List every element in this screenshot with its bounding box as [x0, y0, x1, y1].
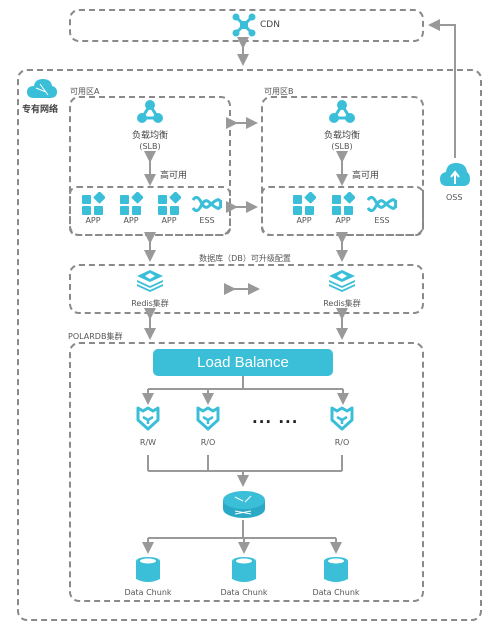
redis-label: Redis集群 [323, 299, 361, 308]
app-label: APP [335, 216, 351, 225]
cdn-label: CDN [260, 20, 280, 30]
app-service: APP [113, 192, 149, 225]
app-service: APP [286, 192, 322, 225]
ess-label: ESS [374, 216, 390, 225]
data-chunk-label: Data Chunk [124, 588, 172, 597]
ro-node-icon [330, 406, 354, 431]
ess-wave-icon [192, 195, 222, 213]
app-service: APP [75, 192, 111, 225]
ess-wave-icon [367, 195, 397, 213]
zone-b-slb-name: 负载均衡 [323, 131, 360, 141]
zone-a-slb-name: 负载均衡 [131, 131, 168, 141]
ess-service: ESS [189, 192, 225, 225]
app-icon [120, 192, 143, 215]
redis-stack-icon [329, 270, 355, 292]
zone-a-label: 可用区A [70, 87, 100, 96]
cdn-network-icon [232, 13, 256, 37]
slb-icon [329, 100, 355, 123]
rw-node-icon [136, 406, 160, 431]
data-chunk-label: Data Chunk [220, 588, 268, 597]
app-service: APP [325, 192, 361, 225]
zone-b-ha-label: 高可用 [352, 171, 380, 181]
network-switch-icon [223, 491, 265, 518]
polardb-label: POLARDB集群 [68, 332, 123, 341]
vpc-cloud-icon [27, 79, 57, 98]
slb-icon [137, 100, 163, 123]
oss-cloud-upload-icon [440, 163, 470, 186]
redis-label: Redis集群 [131, 299, 169, 308]
ess-service: ESS [364, 192, 400, 225]
redis-stack-icon [137, 270, 163, 292]
app-icon [82, 192, 105, 215]
data-chunk-cylinder-icon [324, 557, 348, 582]
app-label: APP [123, 216, 139, 225]
data-chunk-cylinder-icon [232, 557, 256, 582]
zone-b-slb-sub: (SLB) [331, 142, 353, 151]
zone-a-services: APP APP APP ESS [74, 192, 226, 225]
node-label: R/O [200, 438, 216, 447]
more-nodes-ellipsis: ... ... [252, 409, 299, 427]
db-tier-label: 数据库（DB）可升级配置 [199, 254, 291, 263]
zone-b-label: 可用区B [264, 87, 294, 96]
oss-label: OSS [446, 193, 463, 202]
ess-label: ESS [199, 216, 215, 225]
app-label: APP [161, 216, 177, 225]
app-icon [293, 192, 316, 215]
zone-a-ha-label: 高可用 [160, 171, 188, 181]
data-chunk-label: Data Chunk [312, 588, 360, 597]
data-chunk-cylinder-icon [136, 557, 160, 582]
app-icon [158, 192, 181, 215]
app-label: APP [296, 216, 312, 225]
vpc-label: 专有网络 [22, 105, 59, 115]
app-service: APP [151, 192, 187, 225]
node-label: R/O [334, 438, 350, 447]
ro-node-icon [196, 406, 220, 431]
zone-a-slb-sub: (SLB) [139, 142, 161, 151]
app-icon [332, 192, 355, 215]
zone-b-services: APP APP ESS [286, 192, 400, 225]
load-balance-block: Load Balance [153, 349, 333, 376]
app-label: APP [85, 216, 101, 225]
node-label: R/W [139, 438, 157, 447]
